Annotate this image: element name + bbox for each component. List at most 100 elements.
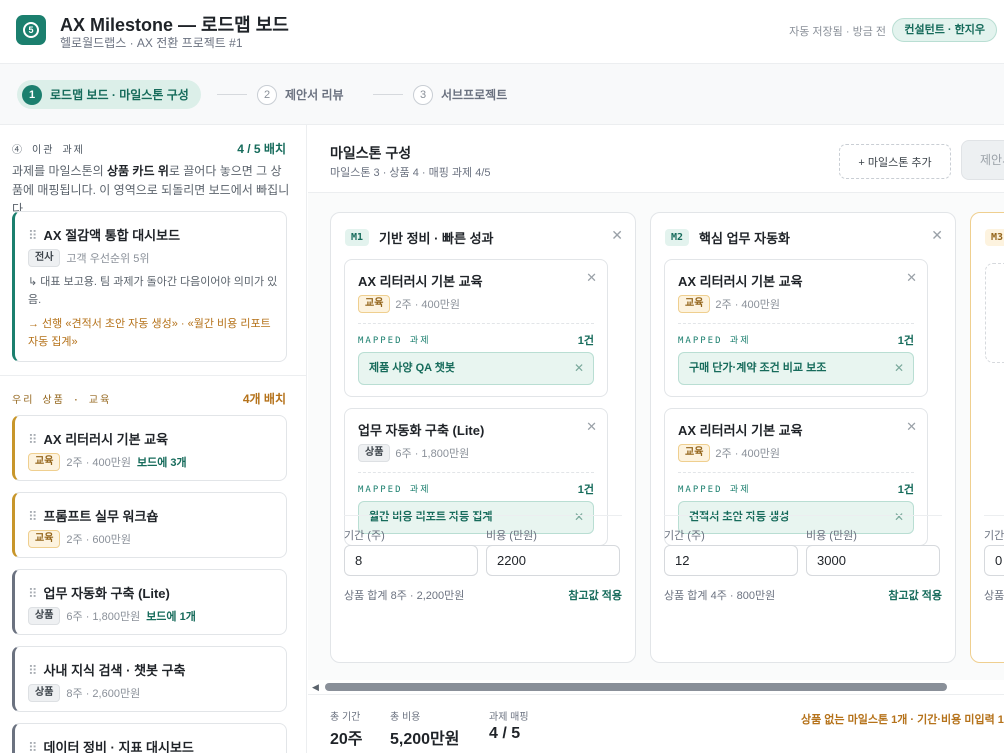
milestone-column: M2 핵심 업무 자동화 ✕ AX 리터러시 기본 교육 ✕ 교육 2주 · 40… [650,212,956,663]
user-badge[interactable]: 컨설턴트 · 한지우 [892,18,997,42]
section-summary: 마일스톤 3 · 상품 4 · 매핑 과제 4/5 [330,167,491,179]
step-number: 2 [257,84,277,105]
step-label: 제안서 리뷰 [285,88,344,102]
product-meta: 2주 · 400만원 [395,299,461,311]
product-card[interactable]: ⠿ 데이터 정비 · 지표 대시보드 [12,723,287,753]
duration-input[interactable]: 8 [344,545,478,576]
close-icon[interactable]: ✕ [931,227,943,244]
product-title: ⠿ 프롬프트 실무 워크숍 [28,509,159,524]
drag-handle-icon[interactable]: ⠿ [28,228,38,243]
close-icon[interactable]: ✕ [574,502,584,533]
product-title: AX 리터러시 기본 교육 [678,423,803,438]
mapped-product-card[interactable]: AX 리터러시 기본 교육 ✕ 교육 2주 · 400만원 MAPPED 과제 1… [664,408,928,546]
close-icon[interactable]: ✕ [611,227,623,244]
horizontal-scrollbar[interactable]: ◀ [308,680,1004,694]
mapped-product-card[interactable]: AX 리터러시 기본 교육 ✕ 교육 2주 · 400만원 MAPPED 과제 1… [664,259,928,397]
step-number: 1 [22,84,42,105]
product-type-tag: 교육 [28,530,61,548]
total-cost-value: 5,200만원 [390,731,460,748]
duration-input[interactable]: 12 [664,545,798,576]
drag-handle-icon[interactable]: ⠿ [28,586,38,601]
product-title: ⠿ 업무 자동화 구축 (Lite) [28,586,170,601]
milestone-column: M1 기반 정비 · 빠른 성과 ✕ AX 리터러시 기본 교육 ✕ 교육 2주 … [330,212,636,663]
cost-input[interactable]: 2200 [486,545,620,576]
mapped-label: MAPPED 과제 [678,336,751,346]
product-card[interactable]: ⠿ 업무 자동화 구축 (Lite) 상품 6주 · 1,800만원 보드에 1개 [12,569,287,635]
step-subproject[interactable]: 3 서브프로젝트 [413,80,507,109]
product-drop-zone[interactable] [985,263,1004,363]
drag-handle-icon[interactable]: ⠿ [28,432,38,447]
scrollbar-thumb[interactable] [325,683,947,691]
tasks-placed-count: 4 / 5 배치 [237,142,286,156]
mapped-task-chip[interactable]: 월간 비용 리포트 자동 집계 ✕ [358,501,594,534]
validation-warning: 상품 없는 마일스톤 1개 · 기간·비용 미입력 1개 [801,714,1004,726]
product-title: ⠿ 사내 지식 검색 · 챗봇 구축 [28,663,186,678]
stepper: 1 로드맵 보드 · 마일스톤 구성 2 제안서 리뷰 3 서브프로젝트 [0,64,1004,125]
step-number: 3 [413,84,433,105]
mapped-task-chip[interactable]: 견적서 초안 자동 생성 ✕ [678,501,914,534]
product-type-tag: 상품 [28,607,61,625]
close-icon[interactable]: ✕ [894,502,904,533]
task-prerequisites: → 선행 «견적서 초안 자동 생성» · «월간 비용 리포트 자동 집계» [28,318,271,348]
project-subtitle: 헬로월드랩스 · AX 전환 프로젝트 #1 [60,36,243,50]
milestone-code: M2 [665,228,690,246]
close-icon[interactable]: ✕ [906,419,917,435]
add-milestone-button[interactable]: + 마일스톤 추가 [839,144,951,179]
mapped-label: MAPPED 과제 [678,485,751,495]
step-proposal-review[interactable]: 2 제안서 리뷰 [257,80,344,109]
drag-handle-icon[interactable]: ⠿ [28,740,38,753]
product-title: ⠿ 데이터 정비 · 지표 대시보드 [28,740,194,753]
drag-handle-icon[interactable]: ⠿ [28,663,38,678]
generate-proposal-button[interactable]: 제안서 생성 [961,140,1004,180]
task-card[interactable]: ⠿ AX 절감액 통합 대시보드 전사 고객 우선순위 5위 ↳ 대표 보고용. … [12,211,287,362]
scope-tag: 전사 [28,249,61,267]
product-card[interactable]: ⠿ 사내 지식 검색 · 챗봇 구축 상품 8주 · 2,600만원 [12,646,287,712]
milestone-name[interactable]: 핵심 업무 자동화 [699,228,790,247]
products-section-label: 우리 상품 · 교육 [12,395,112,406]
milestone-code: M3 [985,228,1004,246]
close-icon[interactable]: ✕ [586,270,597,286]
divider [664,515,942,516]
drag-handle-icon[interactable]: ⠿ [28,509,38,524]
product-type-tag: 교육 [28,453,61,471]
step-roadmap-board[interactable]: 1 로드맵 보드 · 마일스톤 구성 [17,80,201,109]
mapped-product-card[interactable]: 업무 자동화 구축 (Lite) ✕ 상품 6주 · 1,800만원 MAPPED… [344,408,608,546]
mapped-task-chip[interactable]: 제품 사양 QA 챗봇 ✕ [358,352,594,385]
main-header: 마일스톤 구성 마일스톤 3 · 상품 4 · 매핑 과제 4/5 + 마일스톤… [308,125,1004,193]
mapped-product-card[interactable]: AX 리터러시 기본 교육 ✕ 교육 2주 · 400만원 MAPPED 과제 1… [344,259,608,397]
duration-label: 기간 [984,530,1004,542]
step-label: 서브프로젝트 [441,88,508,102]
tasks-section-header: ④ 이관 과제 4 / 5 배치 [12,140,286,157]
section-title: 마일스톤 구성 [330,145,412,161]
milestone-name[interactable]: 기반 정비 · 빠른 성과 [379,228,493,247]
main-area: 마일스톤 구성 마일스톤 3 · 상품 4 · 매핑 과제 4/5 + 마일스톤… [308,125,1004,753]
apply-reference-button[interactable]: 참고값 적용 [888,587,942,603]
divider [678,323,914,324]
duration-input[interactable]: 0 [984,545,1004,576]
product-type-tag: 상품 [358,444,391,462]
cost-input[interactable]: 3000 [806,545,940,576]
duration-label: 기간 (주) [344,530,385,542]
divider [344,515,622,516]
total-duration-value: 20주 [330,731,363,748]
product-meta: 2주 · 400만원 [715,299,781,311]
product-card[interactable]: ⠿ 프롬프트 실무 워크숍 교육 2주 · 600만원 [12,492,287,558]
duration-label: 기간 (주) [664,530,705,542]
apply-reference-button[interactable]: 참고값 적용 [568,587,622,603]
milestone-code: M1 [345,228,370,246]
step-label: 로드맵 보드 · 마일스톤 구성 [50,88,189,102]
divider [358,323,594,324]
close-icon[interactable]: ✕ [574,353,584,384]
mapped-task-chip[interactable]: 구매 단가·계약 조건 비교 보조 ✕ [678,352,914,385]
task-note: ↳ 대표 보고용. 팀 과제가 돌아간 다음이어야 의미가 있음. [28,276,278,306]
product-sum: 상품 합계 8주 · 2,200만원 [344,590,465,602]
product-card[interactable]: ⠿ AX 리터러시 기본 교육 교육 2주 · 400만원 보드에 3개 [12,415,287,481]
mapped-count: 1건 [577,335,594,347]
divider [984,515,1004,516]
summary-footer: 총 기간 20주 총 비용 5,200만원 과제 매핑 4 / 5 상품 없는 … [308,694,1004,753]
scroll-left-icon[interactable]: ◀ [312,682,319,693]
close-icon[interactable]: ✕ [586,419,597,435]
section-divider [0,375,306,376]
close-icon[interactable]: ✕ [894,353,904,384]
close-icon[interactable]: ✕ [906,270,917,286]
